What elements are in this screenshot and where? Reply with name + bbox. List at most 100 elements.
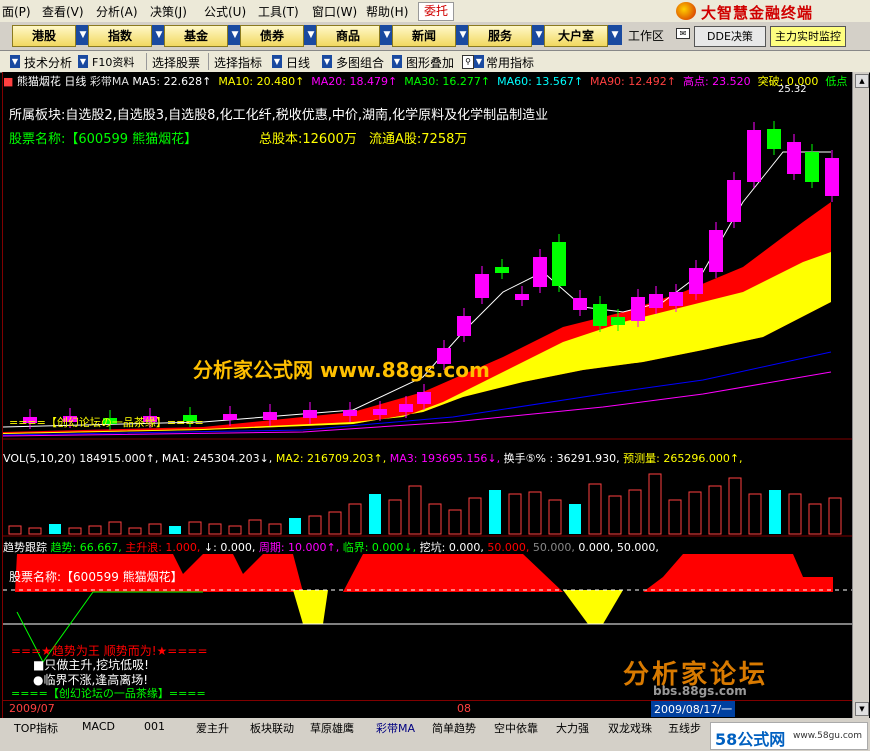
menu-view[interactable]: 查看(V) (42, 3, 84, 20)
volume-bar-39 (788, 493, 802, 535)
volume-bar-22 (448, 509, 462, 535)
volume-bar-8 (169, 526, 181, 534)
menu-decision[interactable]: 决策(J) (150, 3, 187, 20)
tab-five-line[interactable]: 五线步 (668, 720, 701, 736)
date-label-left: 2009/07 (9, 702, 55, 715)
tool-overlay[interactable]: 图形叠加 (406, 54, 454, 71)
sector-text: 所属板块:自选股2,自选股3,自选股8,化工化纤,税收优惠,中价,湖南,化学原料… (9, 108, 549, 123)
candle-body-7 (303, 410, 317, 418)
multi-chart-arrow-icon[interactable]: ▼ (322, 55, 332, 68)
mail-icon[interactable]: ✉ (676, 28, 690, 39)
chart-canvas (3, 121, 853, 663)
tab-macd[interactable]: MACD (82, 720, 115, 733)
volume-bar-2 (49, 524, 61, 534)
volume-bar-9 (188, 521, 202, 535)
total-share-label: 总股本:12600万 (259, 132, 357, 147)
date-cursor-label: 2009/08/17/一 (651, 701, 736, 717)
volume-bar-14 (289, 518, 301, 534)
candle-body-30 (787, 142, 801, 174)
tab-simple-trend[interactable]: 简单趋势 (432, 720, 476, 736)
candle-body-19 (573, 298, 587, 310)
site-url: www.58gu.com (793, 731, 863, 741)
f10-arrow-icon[interactable]: ▼ (78, 55, 88, 68)
tool-f10[interactable]: F10资料 (92, 54, 134, 70)
overlay-arrow-icon[interactable]: ▼ (392, 55, 402, 68)
menu-page[interactable]: 面(P) (2, 3, 31, 20)
menu-analysis[interactable]: 分析(A) (96, 3, 138, 20)
volume-bar-20 (408, 485, 422, 535)
tech-analysis-arrow-icon[interactable]: ▼ (10, 55, 20, 68)
candle-body-5 (223, 414, 237, 420)
volume-bar-21 (428, 503, 442, 535)
nav-service[interactable]: 服务 (468, 25, 532, 47)
trend-critical: 临界: 0.000↓, (342, 541, 417, 554)
trend-label: 趋势跟踪 (3, 541, 47, 554)
scrollbar[interactable]: ▲ ▼ (852, 72, 869, 718)
tool-tech-analysis[interactable]: 技术分析 (24, 54, 72, 71)
tool-common-indicator[interactable]: 常用指标 (486, 54, 534, 71)
tool-select-stock[interactable]: 选择股票 (152, 54, 200, 71)
tab-color-band-ma[interactable]: 彩带MA (376, 720, 415, 736)
volume-bar-36 (728, 477, 742, 535)
tab-sector-link[interactable]: 板块联动 (250, 720, 294, 736)
dde-decision-button[interactable]: DDE决策 (694, 26, 766, 47)
workarea-label[interactable]: 工作区 (628, 27, 664, 44)
vol-ma1: MA1: 245304.203↓, (161, 452, 273, 465)
nav-commodity[interactable]: 商品 (316, 25, 380, 47)
candle-body-25 (689, 268, 703, 294)
volume-header: VOL(5,10,20) 184915.000↑, MA1: 245304.20… (3, 450, 743, 466)
nav-news[interactable]: 新闻 (392, 25, 456, 47)
main-force-monitor-button[interactable]: 主力实时监控 (770, 26, 846, 47)
daily-arrow-icon[interactable]: ▼ (272, 55, 282, 68)
tool-select-indicator[interactable]: 选择指标 (214, 54, 262, 71)
volume-bar-35 (708, 485, 722, 535)
candle-body-32 (825, 158, 839, 196)
scroll-up-icon[interactable]: ▲ (855, 74, 869, 88)
nav-hk-stock[interactable]: 港股 (12, 25, 76, 47)
candle-body-26 (709, 230, 723, 272)
tab-double-dragon[interactable]: 双龙戏珠 (608, 720, 652, 736)
trend-red-area-2 (343, 554, 563, 592)
nav-fund[interactable]: 基金 (164, 25, 228, 47)
candle-body-21 (611, 317, 625, 325)
tab-air-support[interactable]: 空中依靠 (494, 720, 538, 736)
header-ma20: MA20: 18.479↑ (311, 75, 398, 88)
tab-ai-zhusheng[interactable]: 爱主升 (196, 720, 229, 736)
volume-bar-12 (248, 519, 262, 535)
tab-strong[interactable]: 大力强 (556, 720, 589, 736)
menu-help[interactable]: 帮助(H) (366, 3, 408, 20)
candle-body-22 (631, 297, 645, 321)
candle-body-20 (593, 304, 607, 326)
header-high: 高点: 23.520 (682, 75, 751, 88)
tool-multi-chart[interactable]: 多图组合 (336, 54, 384, 71)
menu-tools[interactable]: 工具(T) (258, 3, 299, 20)
header-square-icon: ■ (3, 75, 14, 88)
tab-top-indicator[interactable]: TOP指标 (14, 720, 58, 736)
tab-001[interactable]: 001 (144, 720, 165, 733)
vol-label: VOL(5,10,20) (3, 452, 76, 465)
tool-daily[interactable]: 日线 (286, 54, 310, 71)
trade-button[interactable]: 委托 (418, 2, 454, 21)
float-share-label: 流通A股:7258万 (369, 132, 468, 147)
volume-bar-4 (88, 525, 102, 535)
nav-vip-arrow-icon[interactable]: ▼ (608, 25, 622, 45)
chart-area[interactable]: ■ 熊猫烟花 日线 彩带MA MA5: 22.628↑, MA10: 20.48… (2, 72, 853, 719)
menu-window[interactable]: 窗口(W) (312, 3, 357, 20)
candle-body-29 (767, 129, 781, 149)
tab-prairie-eagle[interactable]: 草原雄鹰 (310, 720, 354, 736)
nav-index[interactable]: 指数 (88, 25, 152, 47)
common-indicator-arrow-icon[interactable]: ▼ (474, 55, 484, 68)
nav-vip-room[interactable]: 大户室 (544, 25, 608, 47)
volume-bar-3 (68, 527, 82, 535)
volume-bar-24 (489, 490, 501, 534)
volume-bar-1 (28, 527, 42, 535)
scroll-down-icon[interactable]: ▼ (855, 702, 869, 716)
candle-body-9 (373, 409, 387, 415)
nav-bond[interactable]: 债券 (240, 25, 304, 47)
candle-body-11 (417, 392, 431, 404)
header-ma10: MA10: 20.480↑ (218, 75, 305, 88)
menu-formula[interactable]: 公式(U) (204, 3, 246, 20)
lock-icon[interactable]: ⚲ (462, 55, 474, 69)
volume-bar-23 (468, 497, 482, 535)
volume-bar-19 (388, 499, 402, 535)
